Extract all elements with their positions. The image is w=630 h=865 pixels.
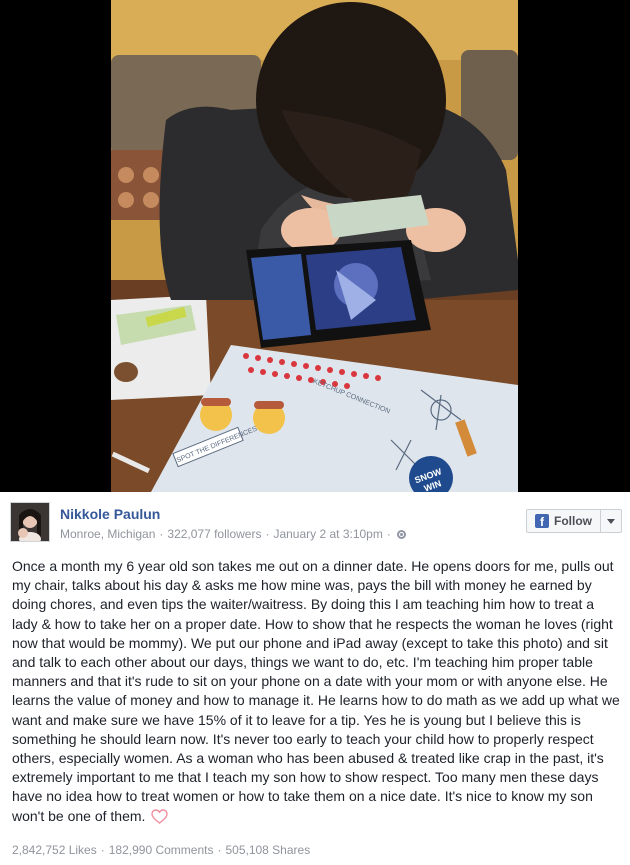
engagement-stats: 2,842,752 Likes · 182,990 Comments · 505,108…: [12, 843, 310, 857]
comments-count[interactable]: 182,990 Comments: [109, 843, 214, 857]
avatar[interactable]: [10, 502, 50, 542]
post-timestamp[interactable]: January 2 at 3:10pm: [273, 527, 382, 541]
post-meta: Monroe, Michigan · 322,077 followers · Janua…: [60, 527, 406, 541]
separator-dot: ·: [386, 527, 391, 541]
shares-count[interactable]: 505,108 Shares: [225, 843, 310, 857]
follow-dropdown-button[interactable]: [601, 509, 622, 533]
separator-dot: ·: [217, 843, 222, 857]
separator-dot: ·: [100, 843, 105, 857]
post-body: Once a month my 6 year old son takes me …: [12, 557, 620, 826]
post-photo[interactable]: SPOT THE DIFFERENCES KETCHUP CONNECTION …: [111, 0, 518, 492]
avatar-image: [11, 503, 49, 541]
globe-icon[interactable]: [396, 530, 406, 539]
author-location[interactable]: Monroe, Michigan: [60, 527, 155, 541]
follower-count: 322,077 followers: [167, 527, 262, 541]
likes-count[interactable]: 2,842,752 Likes: [12, 843, 97, 857]
author-name[interactable]: Nikkole Paulun: [60, 506, 160, 522]
heart-icon: [151, 808, 169, 824]
photo-frame: SPOT THE DIFFERENCES KETCHUP CONNECTION …: [0, 0, 630, 492]
post-text: Once a month my 6 year old son takes me …: [12, 558, 620, 824]
separator-dot: ·: [159, 527, 164, 541]
chevron-down-icon: [607, 519, 615, 524]
facebook-icon: f: [535, 514, 549, 528]
follow-label: Follow: [554, 514, 592, 528]
follow-control: f Follow: [526, 509, 622, 533]
follow-button[interactable]: f Follow: [526, 509, 601, 533]
separator-dot: ·: [265, 527, 270, 541]
